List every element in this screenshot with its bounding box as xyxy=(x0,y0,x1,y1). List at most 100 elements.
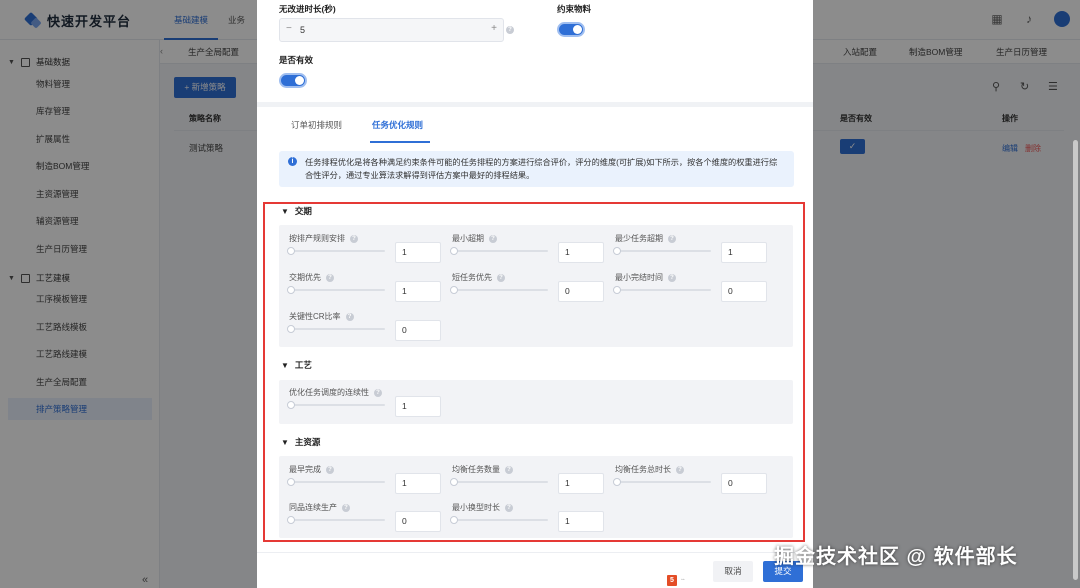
section-title-main-resource[interactable]: ▼ 主资源 xyxy=(281,436,320,448)
param-same-product: 同品连续生产? 0 xyxy=(287,502,443,536)
param-slider[interactable] xyxy=(450,478,548,486)
code-icon: ◦◦ xyxy=(681,577,685,583)
caret-down-icon: ▼ xyxy=(281,361,289,370)
slider-handle[interactable] xyxy=(287,247,295,255)
rule-tabs: 订单初排规则 任务优化规则 xyxy=(279,116,423,142)
cancel-button[interactable]: 取消 xyxy=(713,561,753,582)
param-slider[interactable] xyxy=(613,286,711,294)
tab-task-optimization[interactable]: 任务优化规则 xyxy=(372,116,423,142)
param-slider[interactable] xyxy=(613,478,711,486)
slider-handle[interactable] xyxy=(613,478,621,486)
param-label-text: 同品连续生产 xyxy=(289,503,337,512)
help-icon[interactable]: ? xyxy=(342,503,350,512)
param-input[interactable]: 1 xyxy=(395,473,441,494)
param-continuity: 优化任务调度的连续性? 1 xyxy=(287,387,443,421)
param-input[interactable]: 1 xyxy=(721,242,767,263)
param-delivery-first: 交期优先? 1 xyxy=(287,272,443,306)
param-label: 均衡任务数量? xyxy=(452,464,513,475)
param-min-completion: 最小完结时间? 0 xyxy=(613,272,769,306)
strategy-modal: 无改进时长(秒) − 5 + ? 约束物料 是否有效 订单初排规则 任务优化规则… xyxy=(257,0,813,588)
slider-handle[interactable] xyxy=(287,401,295,409)
param-slider[interactable] xyxy=(450,247,548,255)
constraint-material-label: 约束物料 xyxy=(557,4,592,14)
param-input[interactable]: 1 xyxy=(558,473,604,494)
scrollbar[interactable] xyxy=(1073,140,1078,580)
help-icon[interactable]: ? xyxy=(676,465,684,474)
param-label-text: 最小换型时长 xyxy=(452,503,500,512)
param-label: 最早完成? xyxy=(289,464,334,475)
slider-handle[interactable] xyxy=(450,516,458,524)
param-input[interactable]: 0 xyxy=(558,281,604,302)
param-balance-count: 均衡任务数量? 1 xyxy=(450,464,606,498)
param-short-task-first: 短任务优先? 0 xyxy=(450,272,606,306)
help-icon[interactable]: ? xyxy=(489,234,497,243)
slider-handle[interactable] xyxy=(450,286,458,294)
param-slider[interactable] xyxy=(287,401,385,409)
param-label-text: 均衡任务数量 xyxy=(452,465,500,474)
no-improve-stepper[interactable]: − 5 + xyxy=(279,18,504,42)
slider-handle[interactable] xyxy=(287,516,295,524)
param-label-text: 最小超期 xyxy=(452,234,484,243)
help-icon[interactable]: ? xyxy=(506,26,514,34)
slider-handle[interactable] xyxy=(613,286,621,294)
help-icon[interactable]: ? xyxy=(350,234,358,243)
param-min-overdue: 最小超期? 1 xyxy=(450,233,606,267)
param-label: 最小完结时间? xyxy=(615,272,676,283)
section-title-process[interactable]: ▼ 工艺 xyxy=(281,359,312,371)
info-banner: i 任务排程优化是将各种满足约束条件可能的任务排程的方案进行综合评价，评分的维度… xyxy=(279,151,794,187)
param-input[interactable]: 0 xyxy=(395,511,441,532)
help-icon[interactable]: ? xyxy=(345,312,354,321)
param-critical-ratio: 关键性CR比率? 0 xyxy=(287,311,443,345)
slider-handle[interactable] xyxy=(287,325,295,333)
param-label-text: 按排产规则安排 xyxy=(289,234,345,243)
param-slider[interactable] xyxy=(287,325,385,333)
help-icon[interactable]: ? xyxy=(326,273,334,282)
param-input[interactable]: 1 xyxy=(558,511,604,532)
param-slider[interactable] xyxy=(450,516,548,524)
active-tab-indicator xyxy=(370,141,430,143)
param-input[interactable]: 0 xyxy=(721,473,767,494)
info-text: 任务排程优化是将各种满足约束条件可能的任务排程的方案进行综合评价，评分的维度(可… xyxy=(305,158,778,180)
param-slider[interactable] xyxy=(287,516,385,524)
param-slider[interactable] xyxy=(613,247,711,255)
param-label: 优化任务调度的连续性? xyxy=(289,387,382,398)
no-improve-value: 5 xyxy=(300,25,306,35)
help-icon[interactable]: ? xyxy=(505,503,513,512)
help-icon[interactable]: ? xyxy=(668,234,676,243)
help-icon[interactable]: ? xyxy=(668,273,676,282)
slider-handle[interactable] xyxy=(287,286,295,294)
param-label-text: 最小完结时间 xyxy=(615,273,663,282)
is-valid-toggle[interactable] xyxy=(279,73,307,88)
plus-icon[interactable]: + xyxy=(491,23,497,34)
help-icon[interactable]: ? xyxy=(505,465,513,474)
help-icon[interactable]: ? xyxy=(326,465,334,474)
param-slider[interactable] xyxy=(287,247,385,255)
param-input[interactable]: 1 xyxy=(395,242,441,263)
tab-order-rules[interactable]: 订单初排规则 xyxy=(291,116,342,142)
param-slider[interactable] xyxy=(287,286,385,294)
param-input[interactable]: 0 xyxy=(721,281,767,302)
param-input[interactable]: 1 xyxy=(558,242,604,263)
help-icon[interactable]: ? xyxy=(374,388,382,397)
param-slider[interactable] xyxy=(287,478,385,486)
slider-handle[interactable] xyxy=(450,247,458,255)
param-min-changeover: 最小换型时长? 1 xyxy=(450,502,606,536)
slider-handle[interactable] xyxy=(613,247,621,255)
param-input[interactable]: 1 xyxy=(395,281,441,302)
param-slider[interactable] xyxy=(450,286,548,294)
no-improve-label: 无改进时长(秒) xyxy=(279,4,336,14)
param-by-rule: 按排产规则安排? 1 xyxy=(287,233,443,267)
param-label-text: 均衡任务总时长 xyxy=(615,465,671,474)
param-label: 按排产规则安排? xyxy=(289,233,358,244)
param-label: 交期优先? xyxy=(289,272,334,283)
slider-handle[interactable] xyxy=(287,478,295,486)
param-input[interactable]: 0 xyxy=(395,320,441,341)
param-input[interactable]: 1 xyxy=(395,396,441,417)
help-icon[interactable]: ? xyxy=(497,273,505,282)
constraint-material-toggle[interactable] xyxy=(557,22,585,37)
slider-handle[interactable] xyxy=(450,478,458,486)
minus-icon[interactable]: − xyxy=(286,23,292,34)
param-label-text: 最少任务超期 xyxy=(615,234,663,243)
html5-icon: 5 xyxy=(667,575,677,586)
section-title-delivery[interactable]: ▼ 交期 xyxy=(281,205,312,217)
